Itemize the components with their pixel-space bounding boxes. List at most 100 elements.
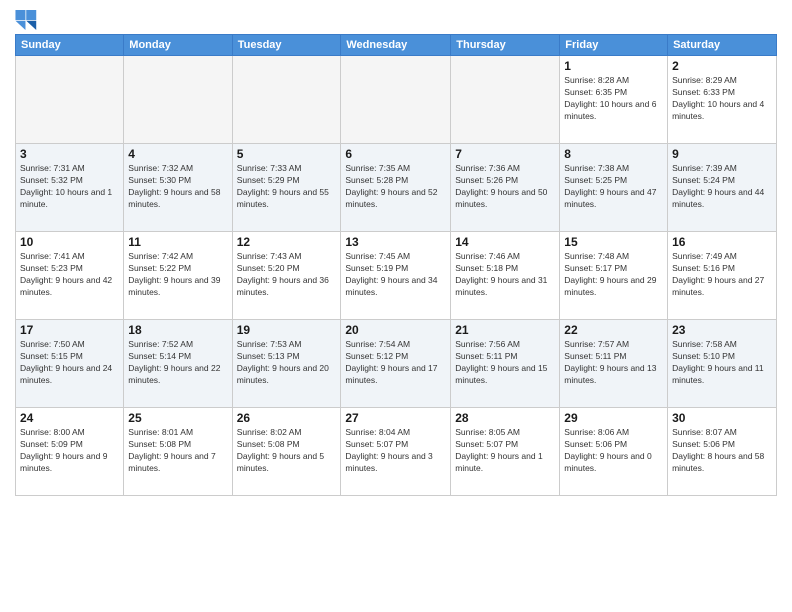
day-info: Sunrise: 7:39 AM Sunset: 5:24 PM Dayligh… [672,163,772,211]
calendar: SundayMondayTuesdayWednesdayThursdayFrid… [15,34,777,496]
day-info: Sunrise: 8:05 AM Sunset: 5:07 PM Dayligh… [455,427,555,475]
page-container: SundayMondayTuesdayWednesdayThursdayFrid… [0,0,792,501]
day-info: Sunrise: 8:29 AM Sunset: 6:33 PM Dayligh… [672,75,772,123]
day-number: 15 [564,235,663,249]
day-number: 27 [345,411,446,425]
day-info: Sunrise: 8:01 AM Sunset: 5:08 PM Dayligh… [128,427,227,475]
day-info: Sunrise: 7:31 AM Sunset: 5:32 PM Dayligh… [20,163,119,211]
day-number: 22 [564,323,663,337]
weekday-header-thursday: Thursday [451,35,560,56]
calendar-cell: 6 Sunrise: 7:35 AM Sunset: 5:28 PM Daylig… [341,144,451,232]
day-info: Sunrise: 8:04 AM Sunset: 5:07 PM Dayligh… [345,427,446,475]
calendar-cell [451,56,560,144]
day-info: Sunrise: 7:54 AM Sunset: 5:12 PM Dayligh… [345,339,446,387]
calendar-cell: 17Sunrise: 7:50 AM Sunset: 5:15 PM Dayli… [16,320,124,408]
day-number: 25 [128,411,227,425]
weekday-header-sunday: Sunday [16,35,124,56]
header [15,10,777,30]
calendar-cell: 23 Sunrise: 7:58 AM Sunset: 5:10 PM Dayli… [668,320,777,408]
day-number: 18 [128,323,227,337]
day-number: 6 [345,147,446,161]
week-row-1: 1Sunrise: 8:28 AM Sunset: 6:35 PM Daylig… [16,56,777,144]
day-number: 16 [672,235,772,249]
day-number: 9 [672,147,772,161]
day-info: Sunrise: 8:00 AM Sunset: 5:09 PM Dayligh… [20,427,119,475]
day-number: 21 [455,323,555,337]
calendar-cell: 20 Sunrise: 7:54 AM Sunset: 5:12 PM Dayli… [341,320,451,408]
calendar-cell: 1Sunrise: 8:28 AM Sunset: 6:35 PM Daylig… [560,56,668,144]
day-info: Sunrise: 8:07 AM Sunset: 5:06 PM Dayligh… [672,427,772,475]
weekday-header-saturday: Saturday [668,35,777,56]
calendar-cell [124,56,232,144]
day-info: Sunrise: 7:48 AM Sunset: 5:17 PM Dayligh… [564,251,663,299]
calendar-cell: 28 Sunrise: 8:05 AM Sunset: 5:07 PM Dayli… [451,408,560,496]
day-number: 7 [455,147,555,161]
day-number: 5 [237,147,337,161]
weekday-header-monday: Monday [124,35,232,56]
logo-icon [15,10,39,30]
calendar-cell: 26 Sunrise: 8:02 AM Sunset: 5:08 PM Dayli… [232,408,341,496]
day-number: 17 [20,323,119,337]
day-info: Sunrise: 7:46 AM Sunset: 5:18 PM Dayligh… [455,251,555,299]
calendar-cell: 12 Sunrise: 7:43 AM Sunset: 5:20 PM Dayli… [232,232,341,320]
weekday-header-wednesday: Wednesday [341,35,451,56]
calendar-cell: 30 Sunrise: 8:07 AM Sunset: 5:06 PM Dayli… [668,408,777,496]
calendar-cell [16,56,124,144]
day-info: Sunrise: 7:38 AM Sunset: 5:25 PM Dayligh… [564,163,663,211]
week-row-2: 3 Sunrise: 7:31 AM Sunset: 5:32 PM Daylig… [16,144,777,232]
calendar-cell: 7 Sunrise: 7:36 AM Sunset: 5:26 PM Daylig… [451,144,560,232]
calendar-cell: 21 Sunrise: 7:56 AM Sunset: 5:11 PM Dayli… [451,320,560,408]
calendar-cell: 29 Sunrise: 8:06 AM Sunset: 5:06 PM Dayli… [560,408,668,496]
day-info: Sunrise: 7:58 AM Sunset: 5:10 PM Dayligh… [672,339,772,387]
calendar-cell: 18 Sunrise: 7:52 AM Sunset: 5:14 PM Dayli… [124,320,232,408]
day-info: Sunrise: 7:42 AM Sunset: 5:22 PM Dayligh… [128,251,227,299]
day-number: 23 [672,323,772,337]
day-number: 30 [672,411,772,425]
calendar-cell: 22 Sunrise: 7:57 AM Sunset: 5:11 PM Dayli… [560,320,668,408]
day-number: 20 [345,323,446,337]
day-number: 26 [237,411,337,425]
calendar-cell: 13Sunrise: 7:45 AM Sunset: 5:19 PM Dayli… [341,232,451,320]
calendar-cell: 15 Sunrise: 7:48 AM Sunset: 5:17 PM Dayli… [560,232,668,320]
calendar-cell: 27 Sunrise: 8:04 AM Sunset: 5:07 PM Dayli… [341,408,451,496]
day-number: 29 [564,411,663,425]
day-number: 10 [20,235,119,249]
weekday-header-tuesday: Tuesday [232,35,341,56]
calendar-cell: 9 Sunrise: 7:39 AM Sunset: 5:24 PM Daylig… [668,144,777,232]
calendar-cell: 25 Sunrise: 8:01 AM Sunset: 5:08 PM Dayli… [124,408,232,496]
day-number: 14 [455,235,555,249]
day-info: Sunrise: 7:43 AM Sunset: 5:20 PM Dayligh… [237,251,337,299]
week-row-5: 24Sunrise: 8:00 AM Sunset: 5:09 PM Dayli… [16,408,777,496]
day-number: 8 [564,147,663,161]
week-row-3: 10Sunrise: 7:41 AM Sunset: 5:23 PM Dayli… [16,232,777,320]
calendar-cell: 5 Sunrise: 7:33 AM Sunset: 5:29 PM Daylig… [232,144,341,232]
calendar-cell: 2 Sunrise: 8:29 AM Sunset: 6:33 PM Daylig… [668,56,777,144]
day-info: Sunrise: 8:06 AM Sunset: 5:06 PM Dayligh… [564,427,663,475]
calendar-cell: 4 Sunrise: 7:32 AM Sunset: 5:30 PM Daylig… [124,144,232,232]
day-info: Sunrise: 7:32 AM Sunset: 5:30 PM Dayligh… [128,163,227,211]
day-info: Sunrise: 7:36 AM Sunset: 5:26 PM Dayligh… [455,163,555,211]
calendar-cell: 16 Sunrise: 7:49 AM Sunset: 5:16 PM Dayli… [668,232,777,320]
day-info: Sunrise: 8:28 AM Sunset: 6:35 PM Dayligh… [564,75,663,123]
calendar-cell: 24Sunrise: 8:00 AM Sunset: 5:09 PM Dayli… [16,408,124,496]
weekday-header-row: SundayMondayTuesdayWednesdayThursdayFrid… [16,35,777,56]
day-number: 4 [128,147,227,161]
day-info: Sunrise: 7:57 AM Sunset: 5:11 PM Dayligh… [564,339,663,387]
day-info: Sunrise: 7:56 AM Sunset: 5:11 PM Dayligh… [455,339,555,387]
day-number: 12 [237,235,337,249]
day-info: Sunrise: 7:33 AM Sunset: 5:29 PM Dayligh… [237,163,337,211]
logo [15,10,43,30]
day-number: 28 [455,411,555,425]
day-info: Sunrise: 7:52 AM Sunset: 5:14 PM Dayligh… [128,339,227,387]
day-info: Sunrise: 8:02 AM Sunset: 5:08 PM Dayligh… [237,427,337,475]
day-number: 3 [20,147,119,161]
day-info: Sunrise: 7:45 AM Sunset: 5:19 PM Dayligh… [345,251,446,299]
calendar-cell: 19Sunrise: 7:53 AM Sunset: 5:13 PM Dayli… [232,320,341,408]
calendar-cell [341,56,451,144]
calendar-cell: 8 Sunrise: 7:38 AM Sunset: 5:25 PM Daylig… [560,144,668,232]
day-number: 19 [237,323,337,337]
day-info: Sunrise: 7:49 AM Sunset: 5:16 PM Dayligh… [672,251,772,299]
day-info: Sunrise: 7:35 AM Sunset: 5:28 PM Dayligh… [345,163,446,211]
day-number: 2 [672,59,772,73]
calendar-cell: 11Sunrise: 7:42 AM Sunset: 5:22 PM Dayli… [124,232,232,320]
